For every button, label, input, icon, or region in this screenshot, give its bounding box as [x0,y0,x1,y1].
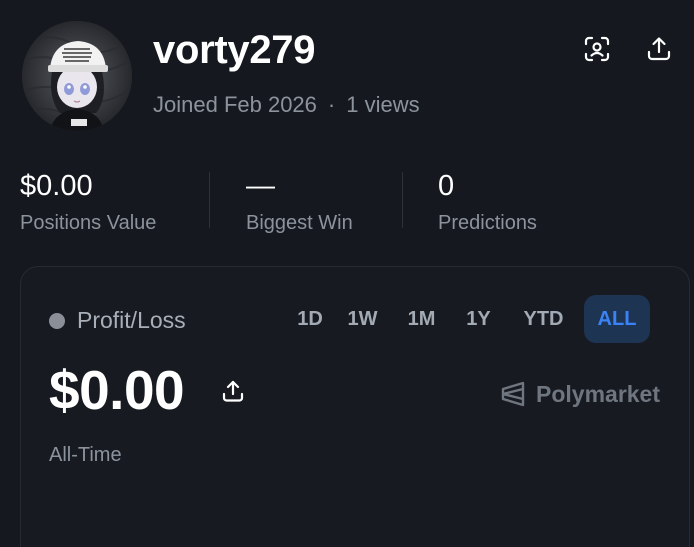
avatar[interactable] [22,21,132,131]
polymarket-brand-name: Polymarket [536,381,661,407]
face-scan-button[interactable] [582,34,612,64]
range-1d[interactable]: 1D [287,295,333,343]
range-ytd[interactable]: YTD [506,295,581,343]
share-pnl-button[interactable] [219,377,247,405]
profile-page: vorty279 Joined Feb 2026 · 1 views $0.00 P… [0,0,694,547]
range-1m[interactable]: 1M [392,295,451,343]
share-profile-button[interactable] [644,34,674,64]
stat-divider [402,172,403,228]
polymarket-brand: Polymarket [500,379,660,409]
stat-biggest-win: — Biggest Win [246,170,353,235]
stat-positions-value: $0.00 Positions Value [20,170,156,235]
stat-label: Predictions [438,212,537,234]
stat-label: Biggest Win [246,212,353,234]
stat-value: — [246,170,275,202]
time-range-selector: 1D 1W 1M 1Y YTD ALL [287,295,650,343]
stat-value: 0 [438,170,455,202]
joined-date: Joined Feb 2026 [153,92,317,117]
share-upload-icon [647,37,671,61]
range-1y[interactable]: 1Y [451,295,506,343]
period-label: All-Time [49,444,122,466]
range-all[interactable]: ALL [584,295,650,343]
stat-predictions: 0 Predictions [438,170,537,235]
face-scan-icon [584,36,610,62]
meta-separator: · [327,92,336,117]
stat-divider [209,172,210,228]
profit-loss-label: Profit/Loss [77,307,186,333]
profit-loss-value: $0.00 [49,359,185,421]
profile-meta: Joined Feb 2026 · 1 views [153,92,420,118]
stat-label: Positions Value [20,212,157,234]
share-upload-icon [222,380,244,402]
status-dot [49,313,65,329]
range-1w[interactable]: 1W [333,295,392,343]
avatar-image [22,21,132,131]
username: vorty279 [153,28,316,72]
view-count: 1 views [346,92,420,117]
polymarket-logo-icon [501,381,525,407]
stat-value: $0.00 [20,170,93,202]
